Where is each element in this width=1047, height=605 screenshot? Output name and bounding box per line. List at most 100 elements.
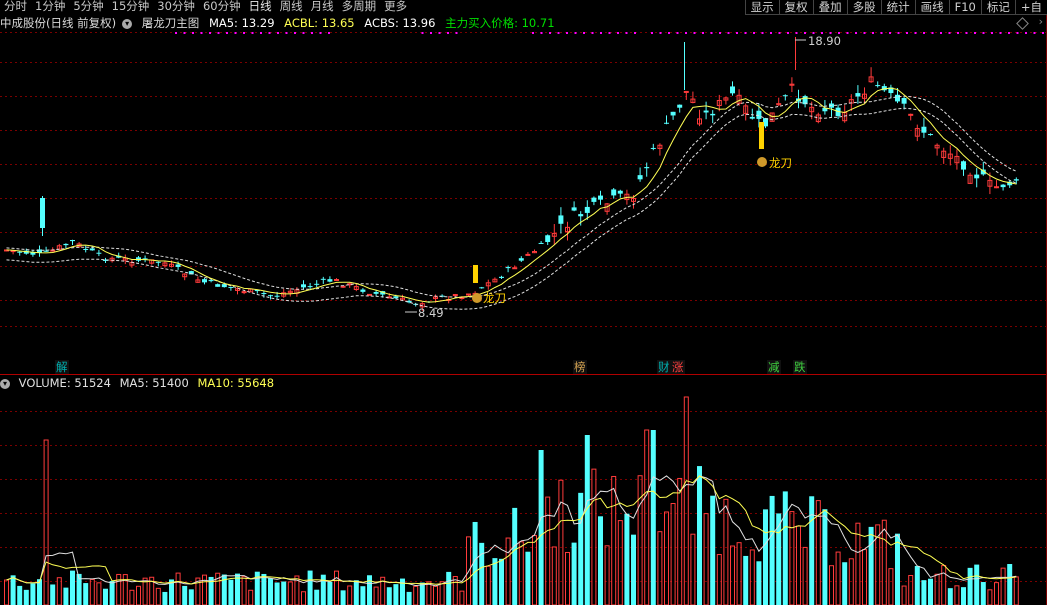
magenta-marker xyxy=(268,32,271,34)
candle-body xyxy=(301,284,306,288)
magenta-marker xyxy=(625,32,628,34)
candle-body xyxy=(710,113,716,116)
magenta-marker xyxy=(234,32,237,34)
volume-bar xyxy=(89,578,95,605)
magenta-marker xyxy=(430,32,432,34)
volume-bar xyxy=(763,509,768,605)
candle-body xyxy=(545,235,551,242)
volume-bar xyxy=(829,565,834,605)
volume-bar xyxy=(162,591,168,605)
volume-bar xyxy=(340,590,346,605)
volume-bar xyxy=(386,587,392,605)
candle-body xyxy=(373,292,379,294)
volume-bar xyxy=(4,579,9,605)
magenta-marker xyxy=(770,32,772,34)
volume-bar xyxy=(452,576,458,605)
candle-body xyxy=(261,293,267,295)
volume-bar xyxy=(419,582,425,605)
magenta-marker xyxy=(557,32,560,34)
moneybag-icon xyxy=(472,293,482,303)
magenta-marker xyxy=(549,32,551,34)
magenta-marker xyxy=(795,32,798,34)
volume-bar xyxy=(855,522,861,605)
magenta-marker xyxy=(736,32,738,34)
volume-bar xyxy=(802,546,808,605)
magenta-marker xyxy=(991,32,993,34)
magenta-marker xyxy=(923,32,925,34)
magenta-marker xyxy=(659,32,662,34)
volume-bar xyxy=(868,526,874,605)
magenta-marker xyxy=(311,32,313,34)
candle-body xyxy=(314,283,320,285)
signal-label-1: 龙刀 xyxy=(483,291,506,305)
volume-bar xyxy=(835,551,841,605)
magenta-marker xyxy=(676,32,679,34)
volume-bar xyxy=(287,581,293,605)
volume-bar xyxy=(459,590,465,605)
candle-body xyxy=(571,207,577,211)
candle-body xyxy=(334,279,339,282)
magenta-marker xyxy=(940,32,942,34)
magenta-marker xyxy=(702,32,704,34)
volume-bar xyxy=(50,584,56,605)
volume-bar xyxy=(941,565,947,605)
volume-bar xyxy=(274,582,280,605)
magenta-marker xyxy=(574,32,577,34)
magenta-marker xyxy=(1008,32,1010,34)
magenta-marker xyxy=(880,32,883,34)
candle-body xyxy=(928,134,933,136)
magenta-marker xyxy=(710,32,713,34)
magenta-marker xyxy=(447,32,449,34)
volume-bar xyxy=(426,581,432,605)
volume-bar xyxy=(367,575,372,605)
candle-body xyxy=(730,86,735,94)
volume-bar xyxy=(980,582,986,605)
magenta-marker xyxy=(999,32,1002,34)
candle-body xyxy=(584,206,590,213)
candle-body xyxy=(17,251,23,253)
magenta-marker xyxy=(209,32,211,34)
volume-bar xyxy=(23,589,29,605)
volume-bar xyxy=(136,585,141,605)
volume-bar xyxy=(241,576,247,605)
candle-body xyxy=(677,104,683,108)
candle-body xyxy=(994,186,999,189)
candle-body xyxy=(1013,179,1019,181)
volume-bar xyxy=(518,541,524,605)
volume-bar xyxy=(565,551,570,605)
magenta-marker xyxy=(957,32,959,34)
volume-bar xyxy=(617,520,623,605)
volume-bar xyxy=(842,562,848,605)
kline-chart[interactable]: 18.908.49龙刀龙刀 xyxy=(0,0,1047,605)
volume-bar xyxy=(320,574,326,605)
volume-bar xyxy=(921,580,927,605)
magenta-marker xyxy=(778,32,781,34)
volume-bar xyxy=(360,586,366,605)
volume-bar xyxy=(716,554,722,605)
volume-bar xyxy=(736,542,742,605)
magenta-marker xyxy=(1033,32,1036,34)
candle-body xyxy=(591,197,597,202)
volume-bar xyxy=(776,513,782,605)
candle-body xyxy=(670,111,676,116)
volume-ma5-line xyxy=(6,475,1017,587)
volume-bar xyxy=(202,574,207,605)
volume-bar xyxy=(551,546,557,605)
volume-bar xyxy=(994,582,999,605)
volume-bar xyxy=(901,585,907,605)
candle-body xyxy=(901,98,907,104)
magenta-marker xyxy=(804,32,806,34)
candle-body xyxy=(320,278,326,280)
candle-body xyxy=(83,248,89,250)
volume-bar xyxy=(664,511,669,605)
magenta-marker xyxy=(438,32,441,34)
candle-body xyxy=(611,189,617,196)
candle-body xyxy=(644,167,650,169)
candle-body xyxy=(558,215,564,224)
magenta-marker xyxy=(668,32,670,34)
volume-bar xyxy=(1007,564,1013,605)
volume-bar xyxy=(862,549,867,605)
volume-bar xyxy=(690,533,696,605)
magenta-marker xyxy=(872,32,874,34)
volume-bar xyxy=(525,551,531,605)
